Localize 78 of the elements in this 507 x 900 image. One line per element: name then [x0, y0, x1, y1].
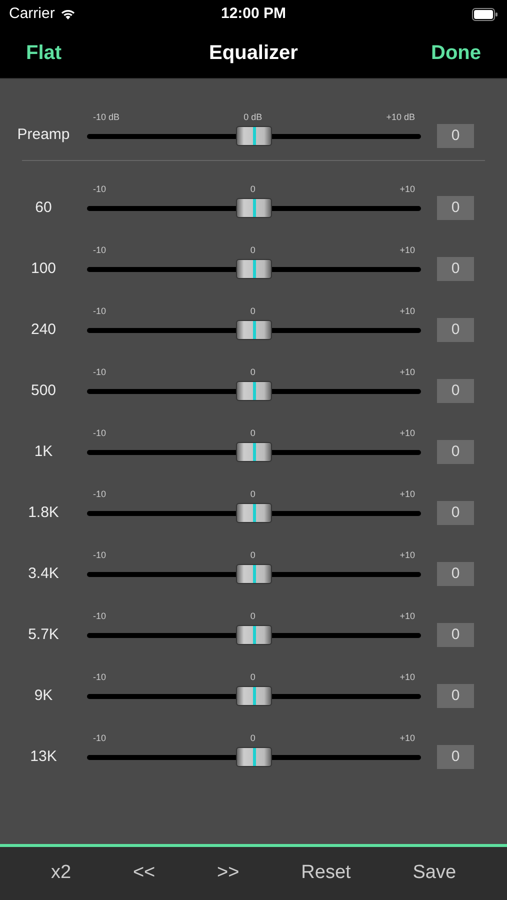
toolbar-button[interactable]: Reset — [293, 859, 359, 888]
scale-label: +10 — [400, 427, 415, 440]
slider-thumb[interactable] — [236, 503, 272, 523]
scale-label: -10 — [93, 244, 106, 257]
value-field[interactable]: 0 — [437, 379, 474, 403]
scale-label: +10 — [400, 549, 415, 562]
scale-label: 0 — [250, 488, 256, 501]
scale-label: 0 — [250, 366, 256, 379]
scale-label: +10 — [400, 732, 415, 745]
slider-thumb[interactable] — [236, 126, 272, 146]
scale-label: -10 — [93, 732, 106, 745]
scale-label: -10 — [93, 366, 106, 379]
scale-label: -10 — [93, 610, 106, 623]
scale-label: -10 — [93, 671, 106, 684]
value-field[interactable]: 0 — [437, 318, 474, 342]
band-label: 5.7K — [27, 624, 60, 645]
scale-label: 0 dB — [244, 111, 262, 124]
scale-label: 0 — [250, 183, 256, 196]
value-field[interactable]: 0 — [437, 745, 474, 769]
scale-label: +10 — [400, 610, 415, 623]
scale-label: -10 — [93, 488, 106, 501]
scale-label: -10 — [93, 549, 106, 562]
scale-label: +10 — [400, 488, 415, 501]
slider-thumb[interactable] — [236, 686, 272, 706]
band-label: 1.8K — [27, 502, 60, 523]
value-field[interactable]: 0 — [437, 684, 474, 708]
scale-label: 0 — [250, 305, 256, 318]
scale-label: +10 — [400, 183, 415, 196]
scale-label: -10 — [93, 305, 106, 318]
scale-label: +10 — [400, 366, 415, 379]
slider-thumb[interactable] — [236, 259, 272, 279]
toolbar-button[interactable]: >> — [209, 859, 248, 888]
value-field[interactable]: 0 — [437, 124, 474, 148]
value-field[interactable]: 0 — [437, 501, 474, 525]
slider-thumb[interactable] — [236, 747, 272, 767]
done-button[interactable]: Done — [431, 38, 481, 68]
scale-label: +10 — [400, 671, 415, 684]
toolbar-button[interactable]: Save — [404, 859, 464, 888]
slider-thumb[interactable] — [236, 564, 272, 584]
slider-thumb[interactable] — [236, 442, 272, 462]
band-label: 100 — [30, 258, 58, 279]
band-label: 60 — [34, 198, 53, 218]
battery-icon — [472, 8, 498, 20]
carrier-label: Carrier — [9, 4, 55, 24]
scale-label: 0 — [250, 549, 256, 562]
scale-label: 0 — [250, 732, 256, 745]
scale-label: 0 — [250, 671, 256, 684]
scale-label: 0 — [250, 610, 256, 623]
scale-label: -10 — [93, 183, 106, 196]
slider-thumb[interactable] — [236, 381, 272, 401]
band-label: 3.4K — [27, 564, 60, 584]
scale-label: +10 — [400, 244, 415, 257]
slider-thumb[interactable] — [236, 198, 272, 218]
scale-label: +10 dB — [386, 111, 415, 124]
scale-label: +10 — [400, 305, 415, 318]
scale-label: 0 — [250, 427, 256, 440]
toolbar-button[interactable]: << — [124, 859, 164, 888]
scale-label: 0 — [250, 244, 256, 257]
value-field[interactable]: 0 — [437, 562, 474, 586]
scale-label: -10 — [93, 427, 106, 440]
toolbar-button[interactable]: x2 — [42, 859, 80, 888]
band-label: 13K — [29, 746, 58, 767]
value-field[interactable]: 0 — [437, 623, 474, 647]
screen-title: Equalizer — [209, 41, 298, 66]
wifi-icon — [60, 8, 76, 20]
clock-time: 12:00 PM — [220, 4, 286, 24]
value-field[interactable]: 0 — [437, 440, 474, 464]
band-label: 9K — [33, 686, 54, 706]
scale-label: -10 dB — [93, 111, 120, 124]
band-label: 240 — [30, 320, 58, 340]
value-field[interactable]: 0 — [437, 196, 474, 220]
value-field[interactable]: 0 — [437, 257, 474, 281]
band-label: 1K — [33, 442, 54, 462]
slider-thumb[interactable] — [236, 320, 272, 340]
band-label: 500 — [30, 380, 58, 401]
flat-button[interactable]: Flat — [26, 38, 62, 68]
band-label: Preamp — [16, 125, 71, 146]
slider-thumb[interactable] — [236, 625, 272, 645]
